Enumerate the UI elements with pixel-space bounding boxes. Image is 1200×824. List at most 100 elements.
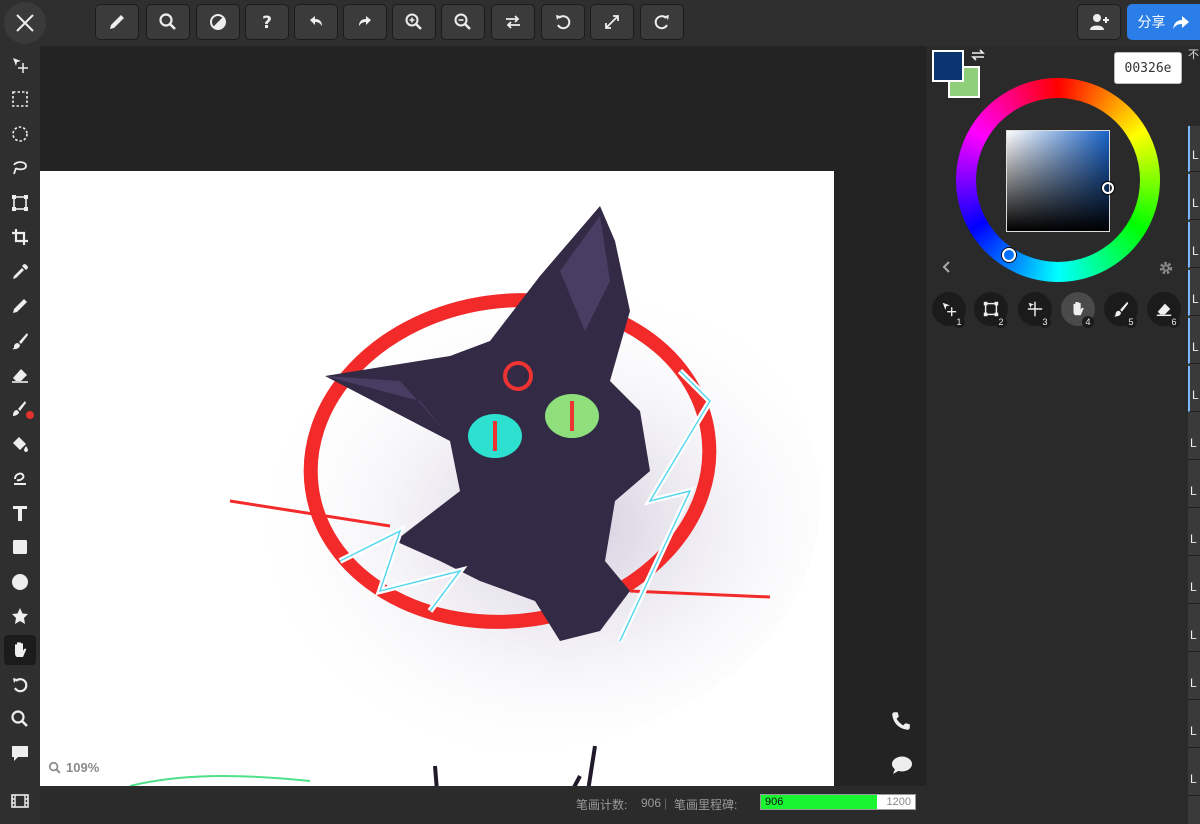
quick-tool-6[interactable]: 6 (1147, 292, 1181, 328)
fullscreen-button[interactable] (590, 4, 634, 40)
tool-lasso-select[interactable] (4, 153, 36, 183)
quick-tool-4[interactable]: 4 (1061, 292, 1095, 328)
tool-crop[interactable] (4, 222, 36, 252)
tool-pencil[interactable] (4, 291, 36, 321)
zoom-button[interactable] (146, 4, 190, 40)
crop-icon (12, 229, 28, 245)
tool-hand[interactable] (4, 635, 36, 665)
layer-row[interactable]: L (1188, 270, 1200, 316)
rotate-left-button[interactable] (541, 4, 585, 40)
drawing-canvas[interactable] (40, 171, 834, 786)
layer-row[interactable]: L (1188, 222, 1200, 268)
layer-row[interactable]: L (1188, 462, 1200, 508)
brush-icon (1113, 301, 1129, 317)
tool-eraser[interactable] (4, 360, 36, 390)
pencil-button[interactable] (95, 4, 139, 40)
layer-name: L (1190, 628, 1197, 642)
move-select-icon (13, 58, 28, 73)
rotate-right-button[interactable] (640, 4, 684, 40)
hue-handle[interactable] (1002, 248, 1016, 262)
layer-row[interactable]: L (1188, 750, 1200, 796)
close-button[interactable] (4, 2, 46, 44)
tool-blur[interactable] (4, 463, 36, 493)
swap-colors-button[interactable] (970, 48, 986, 67)
layer-row[interactable]: L (1188, 702, 1200, 748)
quick-tool-number: 1 (953, 316, 965, 328)
tool-rectangle[interactable] (4, 532, 36, 562)
color-panel: 00326e 1 2 3 4 5 6 (926, 46, 1188, 824)
layer-name: L (1190, 436, 1197, 450)
chat-button[interactable] (890, 754, 914, 781)
layer-row[interactable]: L (1188, 606, 1200, 652)
tool-zoom[interactable] (4, 704, 36, 734)
pencil-icon (13, 299, 27, 313)
undo-button[interactable] (294, 4, 338, 40)
tool-comment[interactable] (4, 738, 36, 768)
canvas-viewport[interactable]: 109% (40, 46, 926, 786)
color-settings-button[interactable] (1158, 260, 1174, 281)
tool-eyedropper[interactable] (4, 257, 36, 287)
saturation-handle[interactable] (1102, 182, 1114, 194)
tool-rect-select[interactable] (4, 84, 36, 114)
layer-name: L (1192, 340, 1199, 354)
share-label: 分享 (1137, 14, 1166, 30)
top-toolbar: ? 分享 (0, 0, 1200, 46)
voice-call-button[interactable] (890, 710, 912, 737)
layer-row[interactable]: L (1188, 318, 1200, 364)
hand-icon (15, 642, 27, 657)
zoom-in-button[interactable] (392, 4, 436, 40)
quick-tool-5[interactable]: 5 (1104, 292, 1138, 328)
move-select-icon (1027, 301, 1043, 317)
chat-icon (892, 756, 912, 774)
layer-row[interactable]: L (1188, 126, 1200, 172)
tool-rotate[interactable] (4, 670, 36, 700)
milestone-max: 1200 (886, 796, 911, 808)
tool-ellipse-select[interactable] (4, 119, 36, 149)
fullscreen-icon (605, 15, 619, 29)
blur-icon (14, 472, 26, 485)
contrast-button[interactable] (196, 4, 240, 40)
milestone-label: 笔画里程碑: (674, 798, 738, 812)
circle-icon (12, 574, 28, 590)
color-wheel[interactable] (956, 78, 1160, 282)
quick-tool-1[interactable]: 1 (932, 292, 966, 328)
share-button[interactable]: 分享 (1127, 4, 1200, 40)
zoom-indicator[interactable]: 109% (48, 760, 99, 775)
flip-button[interactable] (491, 4, 535, 40)
quick-tool-number: 2 (995, 316, 1007, 328)
layer-row[interactable]: L (1188, 174, 1200, 220)
rectangle-icon (13, 540, 27, 554)
stroke-count-label: 笔画计数: (576, 798, 628, 812)
eraser-icon (12, 369, 28, 383)
tool-timelapse[interactable] (4, 786, 36, 816)
tool-circle[interactable] (4, 567, 36, 597)
tool-star[interactable] (4, 601, 36, 631)
layer-name: L (1190, 484, 1197, 498)
quick-tool-number: 4 (1082, 316, 1094, 328)
paint-app: ? 分享 109% 笔画计数: 906 | 笔画里程碑: 906 1200 00… (0, 0, 1200, 824)
gear-icon (1159, 261, 1173, 275)
saturation-square[interactable] (1006, 130, 1110, 232)
layer-row[interactable]: L (1188, 414, 1200, 460)
invite-user-button[interactable] (1077, 4, 1121, 40)
tool-text[interactable] (4, 498, 36, 528)
status-divider: | (664, 796, 668, 810)
zoom-out-button[interactable] (441, 4, 485, 40)
tool-smudge[interactable] (4, 394, 36, 424)
tool-brush[interactable] (4, 326, 36, 356)
previous-button[interactable] (940, 260, 954, 279)
left-toolbar (0, 46, 40, 824)
layer-row[interactable]: L (1188, 654, 1200, 700)
quick-tool-3[interactable]: 3 (1018, 292, 1052, 328)
help-button[interactable]: ? (245, 4, 289, 40)
tool-fill[interactable] (4, 429, 36, 459)
quick-tool-2[interactable]: 2 (974, 292, 1008, 328)
tool-move-select[interactable] (4, 50, 36, 80)
layer-row[interactable]: L (1188, 558, 1200, 604)
redo-button[interactable] (343, 4, 387, 40)
layer-name: L (1192, 196, 1199, 210)
layer-row[interactable]: L (1188, 510, 1200, 556)
tool-transform[interactable] (4, 188, 36, 218)
quick-tool-number: 3 (1039, 316, 1051, 328)
layer-row[interactable]: L (1188, 366, 1200, 412)
